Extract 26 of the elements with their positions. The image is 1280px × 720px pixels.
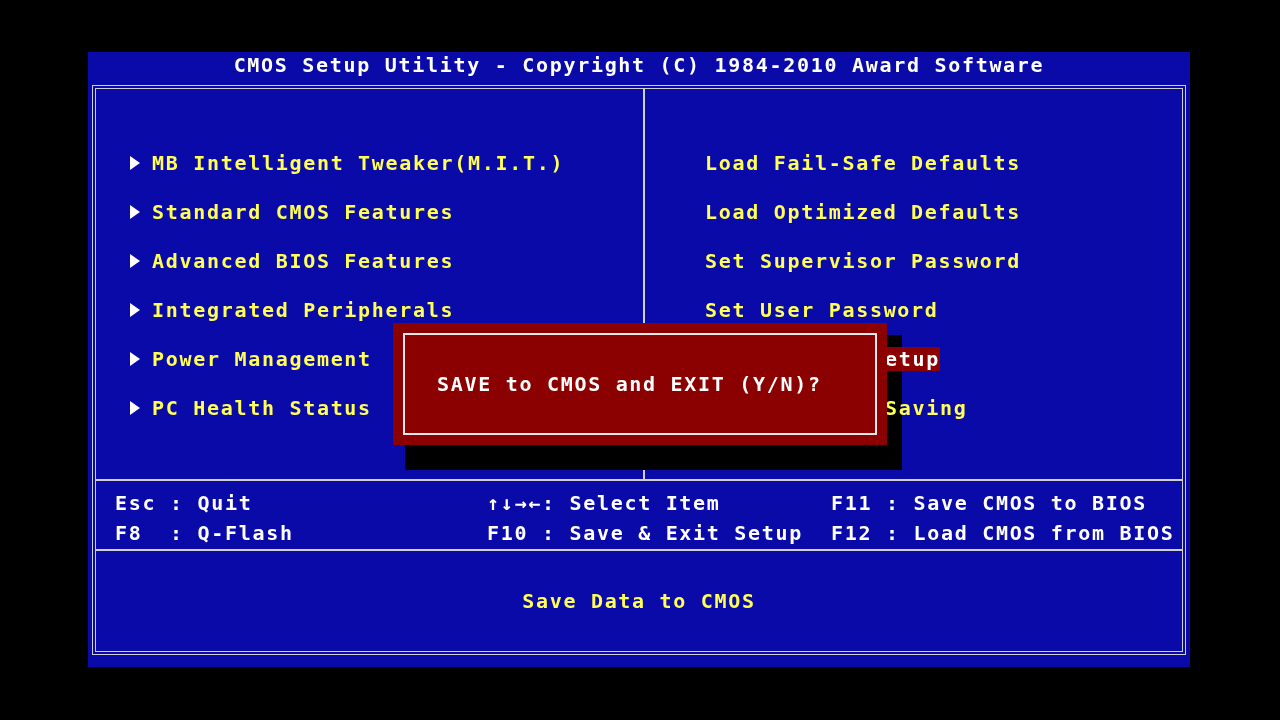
key-hint: F8 : Q-Flash xyxy=(115,520,294,547)
menu-item[interactable]: Set User Password xyxy=(705,298,939,322)
key-hint: F11 : Save CMOS to BIOS xyxy=(831,491,1148,517)
menu-item[interactable]: Standard CMOS Features xyxy=(152,200,455,224)
triangle-icon xyxy=(130,352,140,366)
triangle-icon xyxy=(130,205,140,219)
key-hint: F10 : Save & Exit Setup xyxy=(487,520,804,547)
window-title: CMOS Setup Utility - Copyright (C) 1984-2010 Award Software xyxy=(233,52,1045,79)
triangle-icon xyxy=(130,401,140,415)
key-hint: ↑↓→←: Select Item xyxy=(487,491,721,517)
triangle-icon xyxy=(130,156,140,170)
menu-item[interactable]: Load Optimized Defaults xyxy=(705,200,1022,224)
triangle-icon xyxy=(130,303,140,317)
triangle-icon xyxy=(130,254,140,268)
menu-item[interactable]: Set Supervisor Password xyxy=(705,249,1022,273)
key-hint: F12 : Load CMOS from BIOS xyxy=(831,520,1175,547)
menu-item[interactable]: Load Fail-Safe Defaults xyxy=(705,151,1022,175)
menu-item[interactable]: Integrated Peripherals xyxy=(152,298,455,322)
menu-item[interactable]: Advanced BIOS Features xyxy=(152,249,455,273)
menu-item[interactable]: etup xyxy=(885,347,940,371)
help-text: Save Data to CMOS xyxy=(522,589,756,613)
menu-item[interactable]: Power Management xyxy=(152,347,372,371)
dialog-message: SAVE to CMOS and EXIT (Y/N)? xyxy=(437,372,822,396)
menu-item[interactable]: MB Intelligent Tweaker(M.I.T.) xyxy=(152,151,565,175)
menu-item[interactable]: PC Health Status xyxy=(152,396,372,420)
key-hint: Esc : Quit xyxy=(115,491,253,517)
